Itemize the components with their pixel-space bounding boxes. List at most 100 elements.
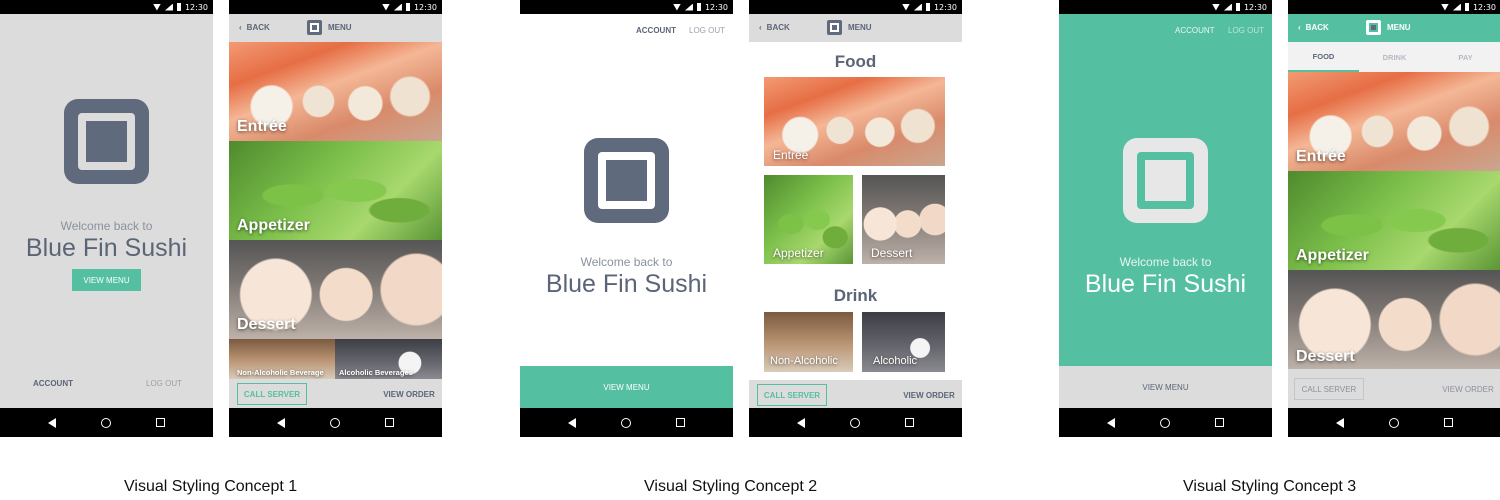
view-menu-button[interactable]: VIEW MENU xyxy=(72,269,141,291)
status-time: 12:30 xyxy=(413,2,437,12)
square-logo-icon xyxy=(584,138,669,223)
logout-link[interactable]: LOG OUT xyxy=(1228,26,1264,35)
battery-icon xyxy=(696,3,701,11)
tab-pay[interactable]: PAY xyxy=(1430,42,1500,72)
concept2-menu-phone: 12:30 ‹ BACK MENU Food Entrée Appetizer … xyxy=(749,0,962,437)
category-tile-dessert[interactable]: Dessert xyxy=(1288,270,1500,369)
category-tile-non-alcoholic[interactable]: Non-Alcoholic xyxy=(764,312,853,372)
account-link[interactable]: ACCOUNT xyxy=(1175,26,1215,35)
logout-link[interactable]: LOG OUT xyxy=(146,379,182,388)
caption-concept-1: Visual Styling Concept 1 xyxy=(124,478,298,495)
category-tile-entree[interactable]: Entrée xyxy=(764,77,945,166)
home-circle-icon[interactable] xyxy=(100,417,111,428)
category-tile-appetizer[interactable]: Appetizer xyxy=(229,141,442,240)
logout-link[interactable]: LOG OUT xyxy=(689,26,725,35)
menu-title: MENU xyxy=(1366,20,1411,35)
tile-label: Entrée xyxy=(773,148,809,162)
back-label: BACK xyxy=(766,23,790,32)
back-arrow-icon[interactable] xyxy=(1335,417,1344,428)
recent-apps-icon[interactable] xyxy=(676,418,686,427)
menu-label: MENU xyxy=(328,23,352,32)
android-nav-bar xyxy=(520,408,733,437)
category-tile-non-alcoholic[interactable]: Non-Alcoholic Beverage xyxy=(229,339,335,379)
signal-icon xyxy=(393,3,402,11)
view-menu-button[interactable]: VIEW MENU xyxy=(520,366,733,408)
recent-apps-icon[interactable] xyxy=(385,418,395,427)
caption-concept-3: Visual Styling Concept 3 xyxy=(1183,478,1357,495)
category-tile-entree[interactable]: Entrée xyxy=(1288,72,1500,171)
back-arrow-icon[interactable] xyxy=(796,417,805,428)
back-button[interactable]: ‹ BACK xyxy=(239,23,270,32)
square-logo-icon xyxy=(307,20,322,35)
android-nav-bar xyxy=(749,408,962,437)
tile-label: Dessert xyxy=(1296,348,1355,365)
back-arrow-icon[interactable] xyxy=(1106,417,1115,428)
category-tile-appetizer[interactable]: Appetizer xyxy=(1288,171,1500,270)
category-tile-appetizer[interactable]: Appetizer xyxy=(764,175,853,264)
signal-icon xyxy=(684,3,693,11)
status-time: 12:30 xyxy=(1472,2,1496,12)
category-tile-entree[interactable]: Entrée xyxy=(229,42,442,141)
call-server-button[interactable]: CALL SERVER xyxy=(1294,378,1364,400)
status-bar: 12:30 xyxy=(1059,0,1272,14)
tile-label: Non-Alcoholic Beverage xyxy=(237,368,324,377)
back-label: BACK xyxy=(246,23,270,32)
home-circle-icon[interactable] xyxy=(1388,417,1399,428)
wifi-icon xyxy=(901,3,910,11)
recent-apps-icon[interactable] xyxy=(156,418,166,427)
tab-food[interactable]: FOOD xyxy=(1288,42,1359,72)
android-nav-bar xyxy=(1059,408,1272,437)
view-order-button[interactable]: VIEW ORDER xyxy=(379,383,439,405)
home-circle-icon[interactable] xyxy=(329,417,340,428)
back-button[interactable]: ‹ BACK xyxy=(1298,23,1329,32)
back-arrow-icon[interactable] xyxy=(567,417,576,428)
tab-drink[interactable]: DRINK xyxy=(1359,42,1430,72)
view-order-button[interactable]: VIEW ORDER xyxy=(1438,378,1498,400)
call-server-button[interactable]: CALL SERVER xyxy=(237,383,307,405)
tile-label: Appetizer xyxy=(1296,247,1369,264)
tile-label: Entrée xyxy=(237,118,287,135)
back-arrow-icon[interactable] xyxy=(276,417,285,428)
call-server-button[interactable]: CALL SERVER xyxy=(757,384,827,406)
category-tile-alcoholic[interactable]: Alcoholic xyxy=(862,312,945,372)
back-arrow-icon[interactable] xyxy=(47,417,56,428)
home-circle-icon[interactable] xyxy=(849,417,860,428)
signal-icon xyxy=(164,3,173,11)
square-logo-icon xyxy=(1366,20,1381,35)
home-circle-icon[interactable] xyxy=(620,417,631,428)
view-order-button[interactable]: VIEW ORDER xyxy=(899,384,959,406)
category-tile-dessert[interactable]: Dessert xyxy=(229,240,442,339)
tile-label: Dessert xyxy=(237,316,296,333)
category-tile-dessert[interactable]: Dessert xyxy=(862,175,945,264)
battery-icon xyxy=(405,3,410,11)
menu-topbar: ‹ BACK MENU xyxy=(1288,14,1500,42)
wifi-icon xyxy=(672,3,681,11)
tile-label: Appetizer xyxy=(773,246,824,260)
back-button[interactable]: ‹ BACK xyxy=(759,23,790,32)
category-tile-alcoholic[interactable]: Alcoholic Beverages xyxy=(335,339,442,379)
menu-topbar: ‹ BACK MENU xyxy=(229,14,442,42)
recent-apps-icon[interactable] xyxy=(1215,418,1225,427)
menu-topbar: ‹ BACK MENU xyxy=(749,14,962,42)
caption-concept-2: Visual Styling Concept 2 xyxy=(644,478,818,495)
recent-apps-icon[interactable] xyxy=(905,418,915,427)
status-bar: 12:30 xyxy=(0,0,213,14)
view-menu-button[interactable]: VIEW MENU xyxy=(1059,366,1272,408)
home-circle-icon[interactable] xyxy=(1159,417,1170,428)
menu-label: MENU xyxy=(1387,23,1411,32)
drink-heading: Drink xyxy=(833,286,878,305)
tile-label: Alcoholic Beverages xyxy=(339,368,413,377)
signal-icon xyxy=(1223,3,1232,11)
status-bar: 12:30 xyxy=(229,0,442,14)
account-link[interactable]: ACCOUNT xyxy=(636,26,676,35)
status-time: 12:30 xyxy=(933,2,957,12)
recent-apps-icon[interactable] xyxy=(1444,418,1454,427)
square-logo-icon xyxy=(827,20,842,35)
android-nav-bar xyxy=(0,408,213,437)
battery-icon xyxy=(925,3,930,11)
battery-icon xyxy=(1464,3,1469,11)
account-link[interactable]: ACCOUNT xyxy=(33,379,73,388)
back-label: BACK xyxy=(1305,23,1329,32)
square-logo-icon xyxy=(64,99,149,184)
concept1-menu-phone: 12:30 ‹ BACK MENU Entrée Appetizer Desse… xyxy=(229,0,442,437)
